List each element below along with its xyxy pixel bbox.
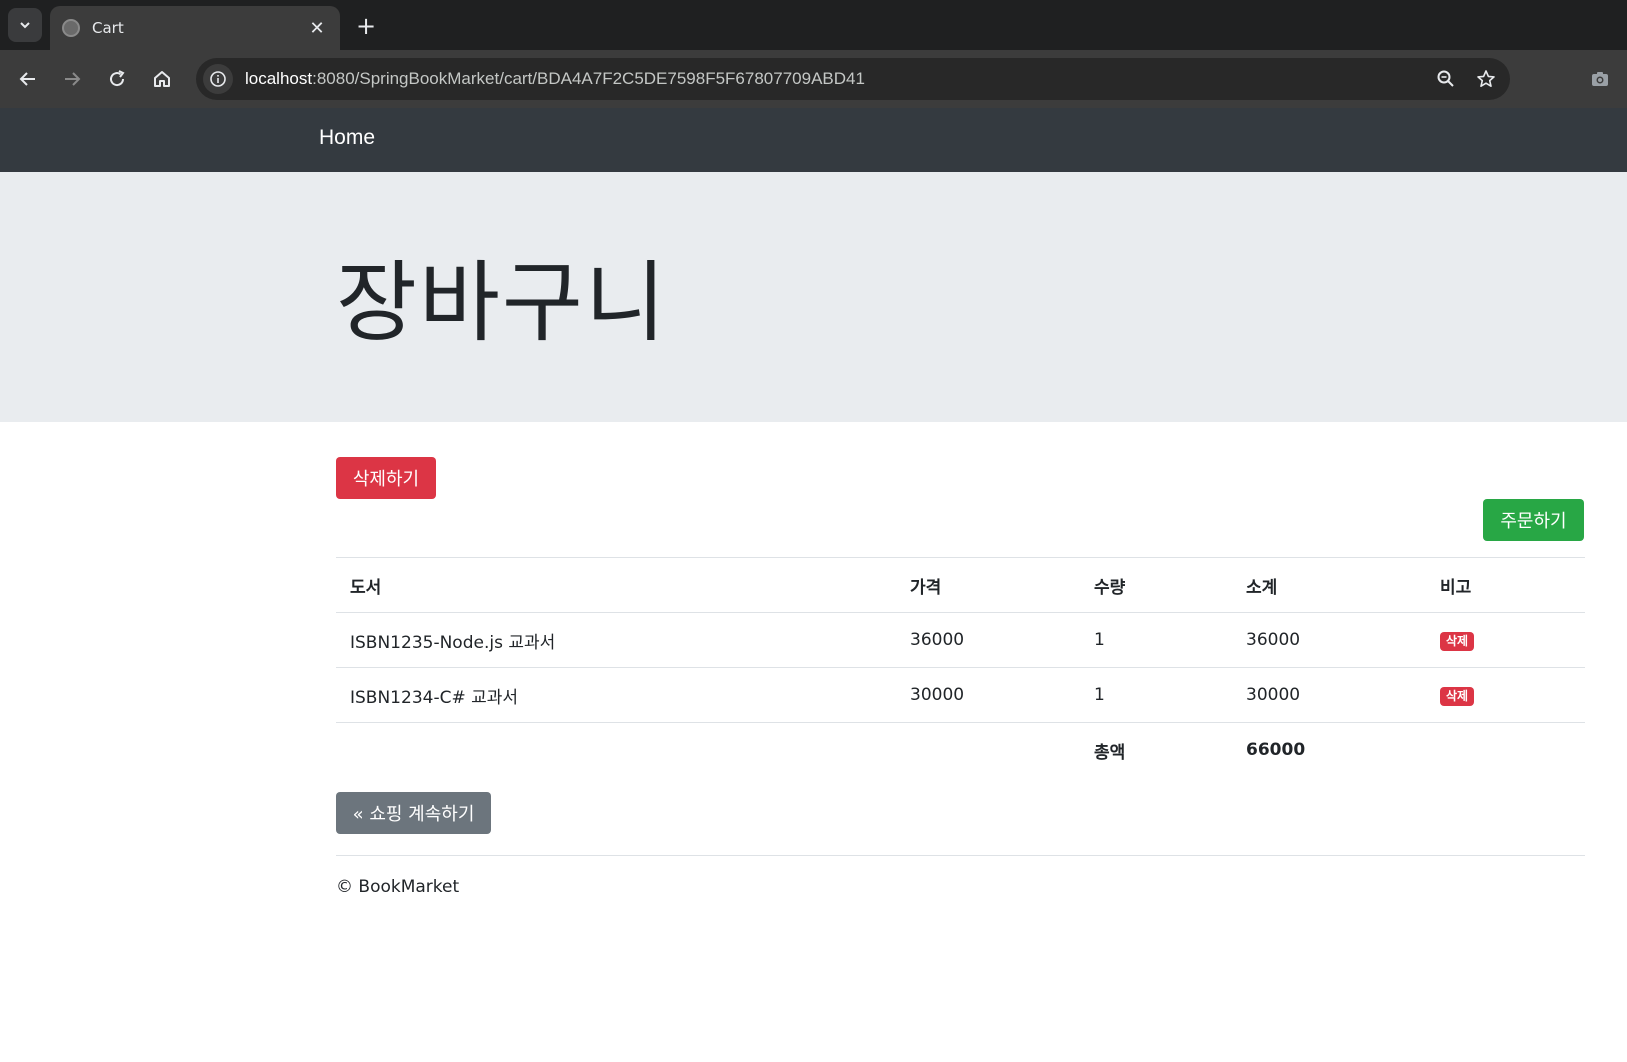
cell-subtotal: 30000	[1232, 667, 1426, 723]
home-link[interactable]: Home	[319, 126, 375, 150]
page-title: 장바구니	[336, 251, 668, 354]
cart-table: 도서 가격 수량 소계 비고 ISBN1235-Node.js 교과서 3600…	[336, 557, 1585, 778]
reload-icon	[110, 70, 125, 87]
star-icon	[1477, 70, 1495, 87]
total-row: 총액 66000	[336, 722, 1585, 778]
forward-arrow-icon	[65, 72, 81, 86]
table-row: ISBN1235-Node.js 교과서 36000 1 36000 삭제	[336, 612, 1585, 668]
cell-book: ISBN1235-Node.js 교과서	[336, 612, 896, 668]
zoom-icon	[1437, 70, 1454, 87]
footer-divider	[336, 855, 1585, 856]
table-header-row: 도서 가격 수량 소계 비고	[336, 557, 1585, 613]
footer-copyright: © BookMarket	[336, 877, 460, 897]
column-header-book: 도서	[336, 557, 896, 613]
browser-toolbar: localhost:8080/SpringBookMarket/cart/BDA…	[0, 50, 1627, 108]
cell-book: ISBN1234-C# 교과서	[336, 667, 896, 723]
tab-title: Cart	[92, 19, 124, 37]
home-icon	[154, 71, 170, 87]
url-path: :8080/SpringBookMarket/cart/BDA4A7F2C5DE…	[312, 69, 865, 88]
clear-cart-button[interactable]: 삭제하기	[336, 457, 436, 499]
camera-icon	[1592, 72, 1608, 86]
cell-note: 삭제	[1426, 667, 1585, 723]
column-header-note: 비고	[1426, 557, 1585, 613]
site-navbar: Home	[0, 108, 1627, 172]
new-tab-button[interactable]: +	[352, 12, 380, 40]
cell-qty: 1	[1080, 612, 1232, 668]
remove-item-badge[interactable]: 삭제	[1440, 686, 1475, 706]
url-text[interactable]: localhost:8080/SpringBookMarket/cart/BDA…	[245, 69, 1430, 89]
total-value: 66000	[1232, 722, 1426, 778]
cell-subtotal: 36000	[1232, 612, 1426, 668]
globe-icon	[62, 19, 80, 37]
column-header-price: 가격	[896, 557, 1080, 613]
browser-tab[interactable]: Cart ✕	[50, 6, 340, 50]
home-button[interactable]	[146, 63, 178, 95]
back-button[interactable]	[12, 63, 44, 95]
column-header-subtotal: 소계	[1232, 557, 1426, 613]
info-icon	[210, 71, 226, 87]
zoom-button[interactable]	[1430, 63, 1462, 95]
cell-qty: 1	[1080, 667, 1232, 723]
total-label: 총액	[1080, 722, 1232, 778]
browser-tabstrip: Cart ✕ +	[0, 0, 1627, 50]
table-row: ISBN1234-C# 교과서 30000 1 30000 삭제	[336, 667, 1585, 723]
chevron-down-icon	[20, 22, 30, 29]
close-tab-icon[interactable]: ✕	[306, 18, 328, 39]
cell-price: 36000	[896, 612, 1080, 668]
forward-button[interactable]	[56, 63, 88, 95]
bookmark-button[interactable]	[1470, 63, 1502, 95]
continue-shopping-button[interactable]: « 쇼핑 계속하기	[336, 792, 491, 834]
url-host: localhost	[245, 69, 313, 88]
remove-item-badge[interactable]: 삭제	[1440, 631, 1475, 651]
cell-note: 삭제	[1426, 612, 1585, 668]
cell-price: 30000	[896, 667, 1080, 723]
back-arrow-icon	[19, 72, 35, 86]
site-info-button[interactable]	[203, 64, 233, 94]
address-bar[interactable]: localhost:8080/SpringBookMarket/cart/BDA…	[196, 58, 1510, 100]
tab-search-button[interactable]	[8, 8, 42, 42]
jumbotron: 장바구니	[0, 172, 1627, 422]
column-header-qty: 수량	[1080, 557, 1232, 613]
order-button[interactable]: 주문하기	[1483, 499, 1584, 541]
screenshot-button[interactable]	[1584, 63, 1616, 95]
reload-button[interactable]	[101, 63, 133, 95]
